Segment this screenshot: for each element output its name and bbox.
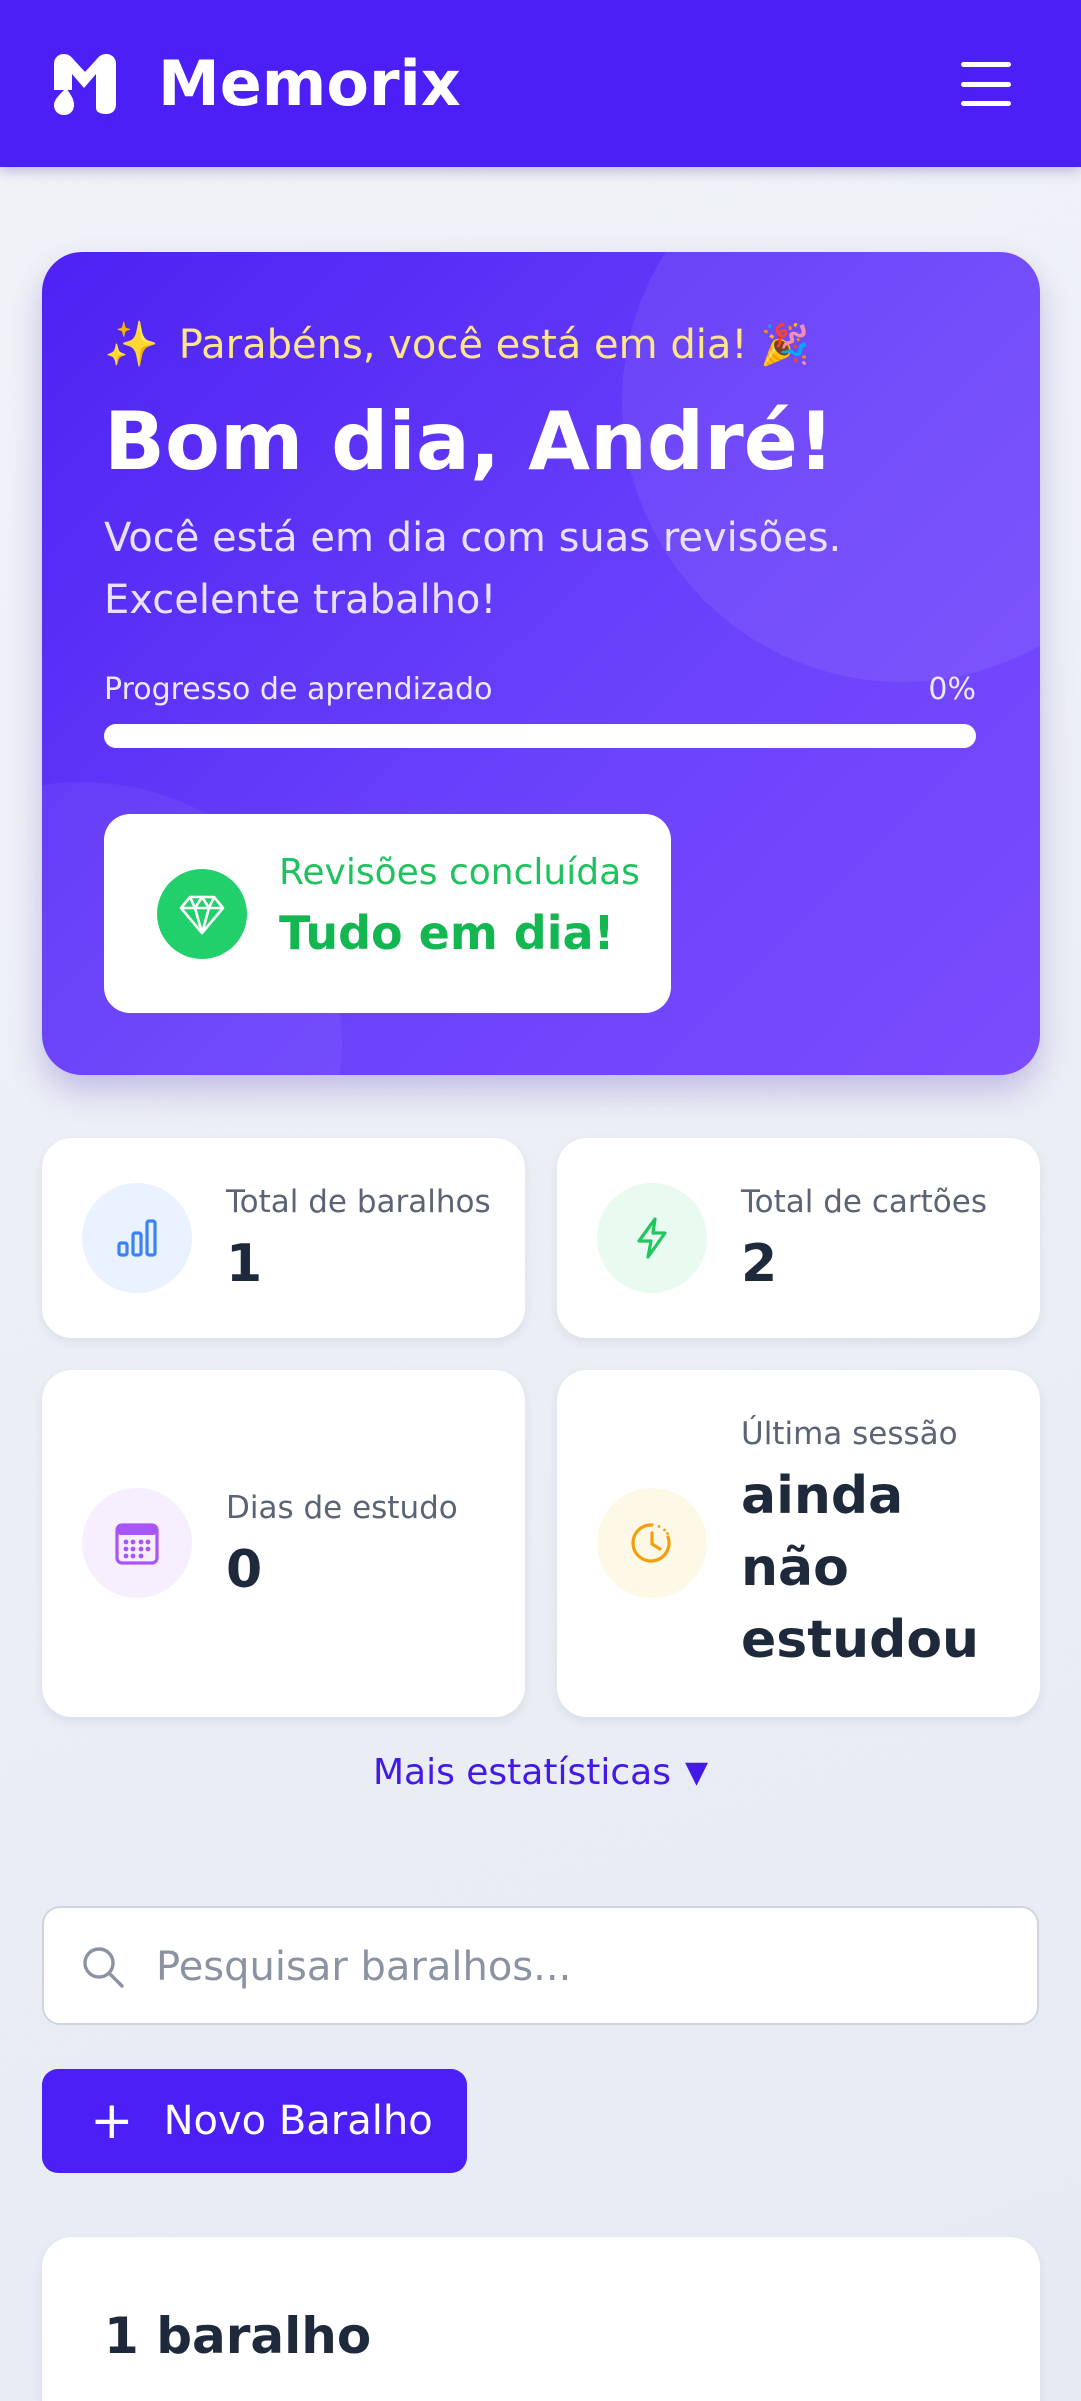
reviews-status-card: Revisões concluídas Tudo em dia! (104, 814, 671, 1013)
stat-card-study-days: Dias de estudo 0 (42, 1370, 525, 1717)
search-icon (83, 1947, 124, 1988)
progress-percent: 0% (928, 672, 976, 707)
stat-card-last-session: Última sessão ainda não estudou (557, 1370, 1040, 1717)
search-placeholder[interactable]: Pesquisar baralhos... (156, 1940, 571, 1994)
clock-icon (597, 1488, 707, 1598)
lightning-icon (597, 1183, 707, 1293)
learning-progress-bar (104, 724, 976, 748)
search-input[interactable]: Pesquisar baralhos... (42, 1906, 1039, 2025)
sparkle-icon: ✨ (104, 319, 159, 370)
caret-down-icon[interactable]: ▼ (685, 1748, 708, 1798)
stat-card-total-decks: Total de baralhos 1 (42, 1138, 525, 1338)
party-popper-icon: 🎉 (760, 321, 810, 368)
more-stats-toggle[interactable]: Mais estatísticas ▼ (0, 1748, 1081, 1798)
congrats-text: Parabéns, você está em dia! (178, 321, 748, 368)
more-stats-label[interactable]: Mais estatísticas (373, 1752, 671, 1793)
progress-label: Progresso de aprendizado (104, 672, 493, 707)
stat-value: ainda não estudou (741, 1466, 980, 1670)
app-title[interactable]: Memorix (158, 44, 461, 124)
stat-label: Total de baralhos (226, 1184, 491, 1220)
stat-value: 2 (741, 1234, 778, 1294)
app-header: Memorix (0, 0, 1081, 167)
reviews-title: Revisões concluídas (279, 852, 640, 893)
new-deck-button[interactable]: + Novo Baralho (42, 2069, 467, 2173)
deck-count: 1 baralho (104, 2307, 372, 2365)
stat-value: 0 (226, 1540, 263, 1600)
stat-value: 1 (226, 1234, 263, 1294)
congrats-message: ✨ Parabéns, você está em dia! 🎉 (104, 314, 810, 374)
plus-icon: + (90, 2091, 134, 2151)
diamond-icon (157, 869, 247, 959)
stat-label: Última sessão (741, 1416, 958, 1452)
new-deck-label[interactable]: Novo Baralho (164, 2098, 433, 2144)
stat-label: Total de cartões (741, 1184, 987, 1220)
welcome-hero-card: ✨ Parabéns, você está em dia! 🎉 Bom dia,… (42, 252, 1040, 1075)
bar-chart-icon (82, 1183, 192, 1293)
deck-list-card: 1 baralho (42, 2237, 1040, 2401)
stat-label: Dias de estudo (226, 1490, 458, 1526)
greeting-subtitle: Você está em dia com suas revisões. Exce… (104, 515, 842, 623)
hamburger-menu-icon[interactable] (955, 60, 1017, 108)
stat-card-total-cards: Total de cartões 2 (557, 1138, 1040, 1338)
reviews-status: Tudo em dia! (279, 906, 615, 960)
greeting-title: Bom dia, André! (104, 395, 835, 488)
memorix-logo-icon[interactable] (50, 50, 120, 116)
calendar-icon (82, 1488, 192, 1598)
